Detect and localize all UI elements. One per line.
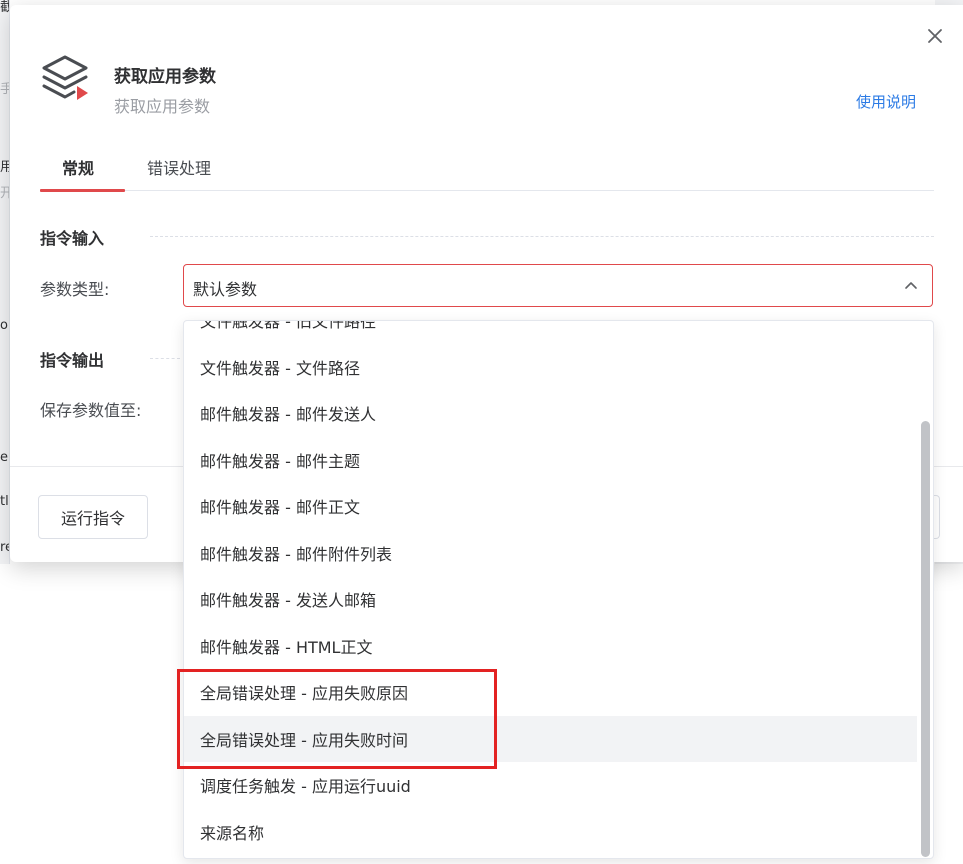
bg-fragment: tl xyxy=(0,494,9,509)
close-button[interactable] xyxy=(924,25,946,47)
tab-error-handling[interactable]: 错误处理 xyxy=(147,155,211,179)
dropdown-option[interactable]: 邮件触发器 - 发送人邮箱 xyxy=(184,576,917,622)
tab-error-handling-label: 错误处理 xyxy=(147,159,212,178)
output-section-divider xyxy=(150,358,180,359)
active-tab-indicator xyxy=(40,189,125,192)
bg-fragment: 手 xyxy=(0,78,9,97)
bg-fragment: 用 xyxy=(0,156,9,175)
dropdown-option[interactable]: 邮件触发器 - 邮件正文 xyxy=(184,483,917,529)
close-icon xyxy=(928,29,942,43)
run-command-label: 运行指令 xyxy=(60,509,125,528)
tab-general-label: 常规 xyxy=(62,159,95,178)
bg-fragment: 截图 xyxy=(0,0,9,15)
dropdown-option[interactable]: 文件触发器 - 文件路径 xyxy=(184,344,917,390)
input-section-divider xyxy=(150,236,934,237)
dropdown-option[interactable]: 邮件触发器 - 邮件主题 xyxy=(184,437,917,483)
param-type-dropdown[interactable]: 文件触发器 - 旧文件路径 文件触发器 - 文件路径 邮件触发器 - 邮件发送人… xyxy=(183,320,934,859)
chevron-up-icon xyxy=(905,282,917,289)
param-type-value: 默认参数 xyxy=(193,280,258,299)
param-type-label: 参数类型: xyxy=(40,280,110,299)
dropdown-option[interactable]: 来源名称 xyxy=(184,809,917,855)
run-command-button[interactable]: 运行指令 xyxy=(38,495,148,539)
dropdown-option[interactable]: 邮件触发器 - 邮件附件列表 xyxy=(184,530,917,576)
dropdown-option[interactable]: 邮件触发器 - 邮件发送人 xyxy=(184,390,917,436)
help-link[interactable]: 使用说明 xyxy=(856,91,916,112)
bg-fragment: e xyxy=(0,450,8,465)
bg-fragment: 开 xyxy=(0,182,9,201)
dropdown-option[interactable]: 邮件触发器 - HTML正文 xyxy=(184,623,917,669)
bg-fragment: o xyxy=(0,318,8,333)
dialog-subtitle: 获取应用参数 xyxy=(114,97,211,116)
input-section-title: 指令输入 xyxy=(40,229,105,248)
layers-logo-icon xyxy=(40,53,90,109)
dropdown-scrollbar[interactable] xyxy=(921,421,930,857)
param-type-select[interactable]: 默认参数 xyxy=(183,264,933,307)
dropdown-option[interactable]: 全局错误处理 - 应用失败原因 xyxy=(184,669,917,715)
bg-fragment: re xyxy=(0,540,9,555)
tab-bar: 常规 错误处理 xyxy=(40,141,934,192)
output-section-title: 指令输出 xyxy=(40,351,105,370)
dropdown-option[interactable]: 文件触发器 - 旧文件路径 xyxy=(184,321,917,343)
dialog-title: 获取应用参数 xyxy=(114,67,216,87)
dropdown-option-hovered[interactable]: 全局错误处理 - 应用失败时间 xyxy=(184,716,917,762)
tab-general[interactable]: 常规 xyxy=(62,155,94,179)
background-sidebar: 截图 用 手 开 o e tl re xyxy=(0,0,10,564)
save-param-label: 保存参数值至: xyxy=(40,401,142,420)
dropdown-option[interactable]: 调度任务触发 - 应用运行uuid xyxy=(184,762,917,808)
